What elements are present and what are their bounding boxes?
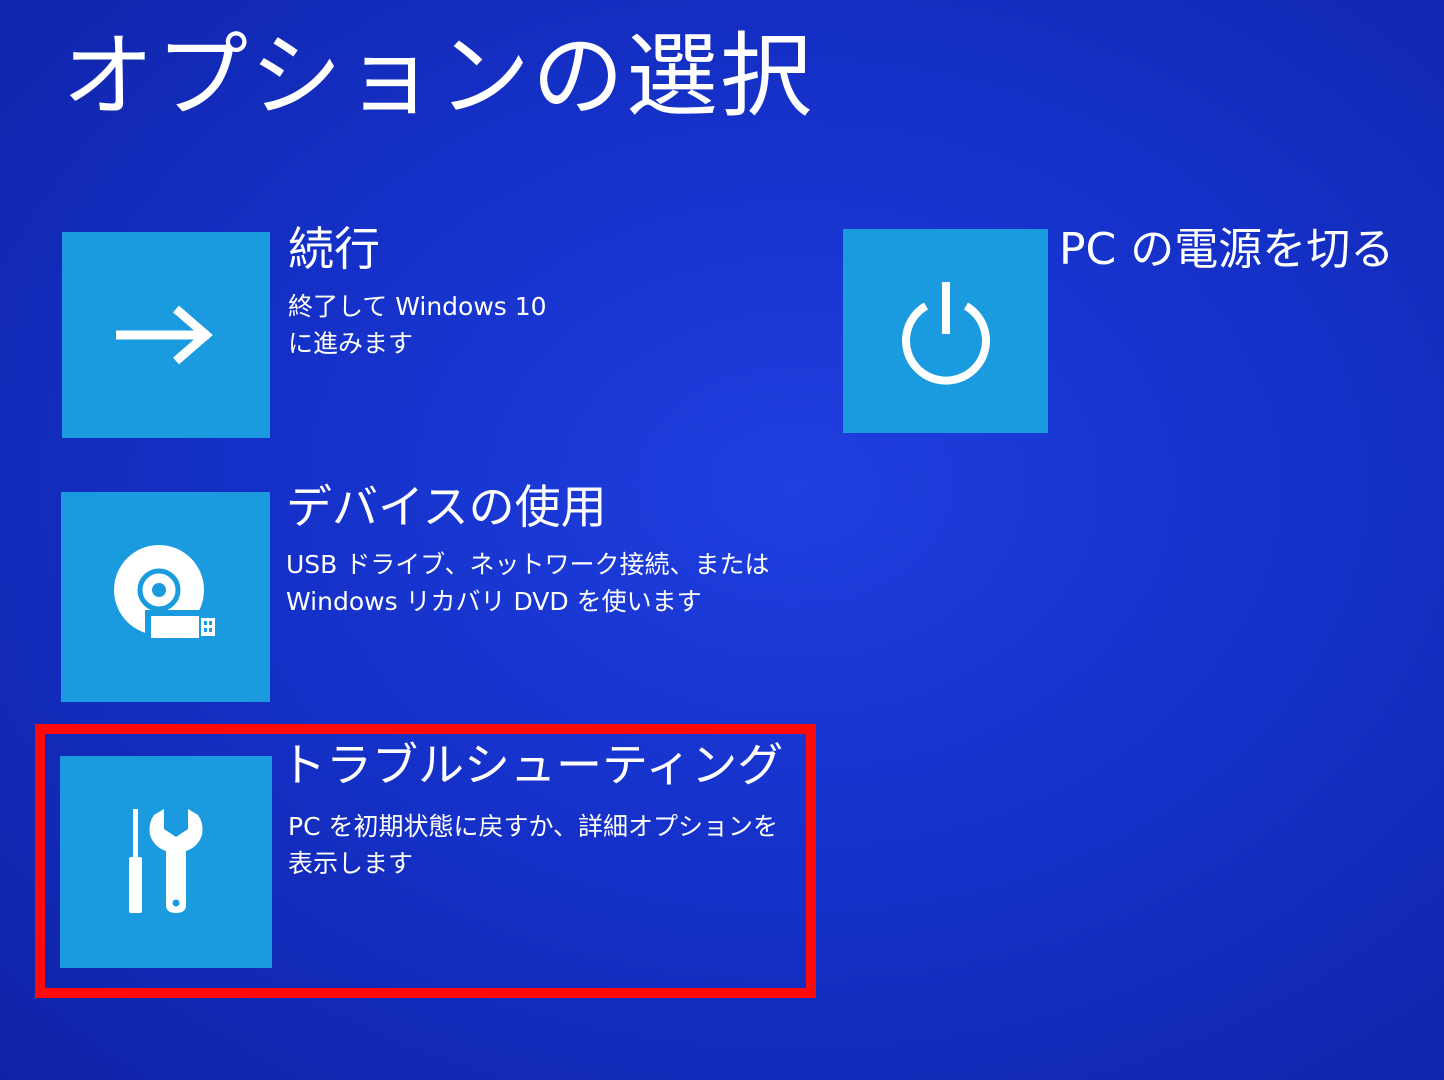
power-off-option[interactable]: PC の電源を切る (843, 224, 1403, 434)
troubleshoot-tile[interactable] (60, 756, 272, 968)
continue-title[interactable]: 続行 (288, 222, 380, 277)
arrow-right-icon (116, 305, 216, 365)
troubleshoot-title[interactable]: トラブルシューティング (280, 738, 783, 793)
continue-option[interactable]: 続行 終了して Windows 10 に進みます (62, 222, 582, 440)
power-off-title[interactable]: PC の電源を切る (1059, 224, 1394, 277)
use-device-tile[interactable] (61, 492, 270, 702)
continue-tile[interactable] (62, 232, 270, 438)
screwdriver-wrench-icon (126, 807, 206, 917)
continue-description: 終了して Windows 10 に進みます (288, 292, 547, 358)
page-title: オプションの選択 (62, 23, 815, 130)
use-device-option[interactable]: デバイスの使用 USB ドライブ、ネットワーク接続、または Windows リカ… (61, 480, 781, 702)
use-device-description: USB ドライブ、ネットワーク接続、または Windows リカバリ DVD を… (286, 550, 770, 616)
power-icon (896, 276, 996, 386)
disc-usb-icon (111, 542, 221, 652)
troubleshoot-description: PC を初期状態に戻すか、詳細オプションを 表示します (288, 812, 778, 878)
troubleshoot-option[interactable]: トラブルシューティング PC を初期状態に戻すか、詳細オプションを 表示します (60, 738, 800, 970)
use-device-title[interactable]: デバイスの使用 (286, 480, 607, 535)
power-off-tile[interactable] (843, 229, 1048, 433)
